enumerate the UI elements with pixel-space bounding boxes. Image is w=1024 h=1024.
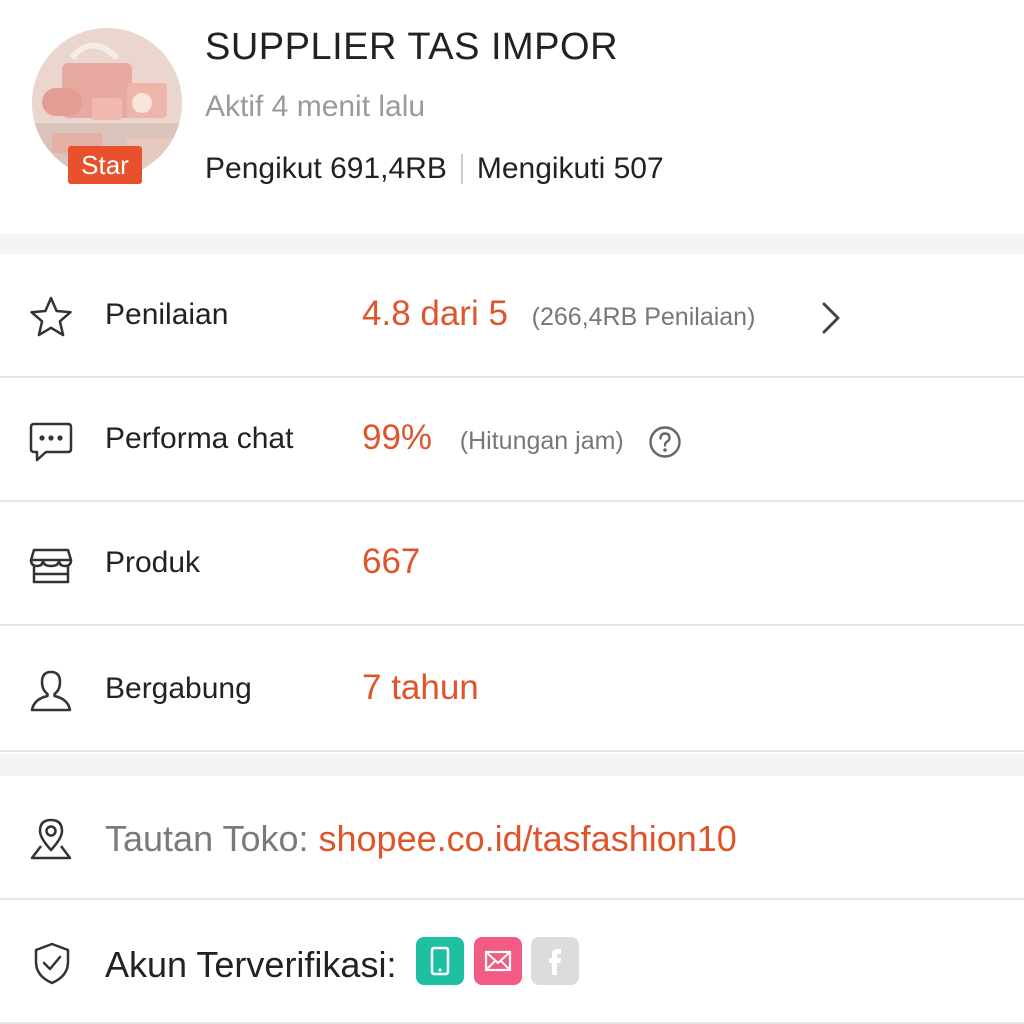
- rating-score: 4.8 dari 5: [362, 294, 508, 333]
- following-count[interactable]: Mengikuti 507: [477, 152, 664, 186]
- verified-account-row: Akun Terverifikasi:: [0, 900, 1024, 1024]
- chat-icon: [29, 422, 73, 462]
- store-icon: [29, 548, 73, 584]
- followers-count[interactable]: Pengikut 691,4RB: [205, 152, 447, 186]
- chat-label: Performa chat: [105, 422, 294, 455]
- rating-value: 4.8 dari 5 (266,4RB Penilaian): [362, 294, 755, 334]
- location-pin-icon: [30, 818, 72, 860]
- shop-link-label: Tautan Toko:: [105, 818, 319, 859]
- star-seller-badge: Star: [68, 146, 142, 184]
- email-verified-badge: [474, 937, 522, 985]
- facebook-unverified-badge: [531, 937, 579, 985]
- divider: [460, 154, 463, 184]
- chat-percentage: 99%: [362, 418, 433, 457]
- shop-name: SUPPLIER TAS IMPOR: [205, 26, 619, 68]
- help-icon[interactable]: [648, 425, 682, 459]
- products-count: 667: [362, 542, 421, 581]
- joined-row: Bergabung 7 tahun: [0, 628, 1024, 752]
- verified-label: Akun Terverifikasi:: [105, 944, 397, 985]
- star-icon: [30, 296, 72, 337]
- rating-row[interactable]: Penilaian 4.8 dari 5 (266,4RB Penilaian): [0, 254, 1024, 378]
- chevron-right-icon[interactable]: [816, 300, 846, 336]
- mail-icon: [484, 950, 512, 972]
- section-divider: [0, 234, 1024, 254]
- facebook-icon: [549, 949, 561, 975]
- chat-performance-row: Performa chat 99% (Hitungan jam): [0, 378, 1024, 502]
- joined-label: Bergabung: [105, 672, 252, 705]
- shield-check-icon: [34, 942, 70, 985]
- shop-header: Star SUPPLIER TAS IMPOR Aktif 4 menit la…: [0, 0, 1024, 234]
- products-label: Produk: [105, 546, 201, 579]
- phone-verified-badge: [416, 937, 464, 985]
- section-divider: [0, 754, 1024, 776]
- shop-link-url[interactable]: shopee.co.id/tasfashion10: [319, 818, 737, 859]
- shop-link-row: Tautan Toko: shopee.co.id/tasfashion10: [0, 776, 1024, 900]
- rating-count: (266,4RB Penilaian): [531, 303, 756, 331]
- active-status: Aktif 4 menit lalu: [205, 90, 426, 123]
- phone-icon: [430, 946, 450, 976]
- chat-value: 99% (Hitungan jam): [362, 418, 624, 458]
- joined-duration: 7 tahun: [362, 668, 479, 707]
- follow-stats: Pengikut 691,4RB Mengikuti 507: [205, 152, 664, 186]
- chat-note: (Hitungan jam): [459, 427, 624, 455]
- shop-link: Tautan Toko: shopee.co.id/tasfashion10: [105, 818, 737, 860]
- user-icon: [30, 670, 72, 712]
- products-row: Produk 667: [0, 502, 1024, 626]
- rating-label: Penilaian: [105, 298, 229, 331]
